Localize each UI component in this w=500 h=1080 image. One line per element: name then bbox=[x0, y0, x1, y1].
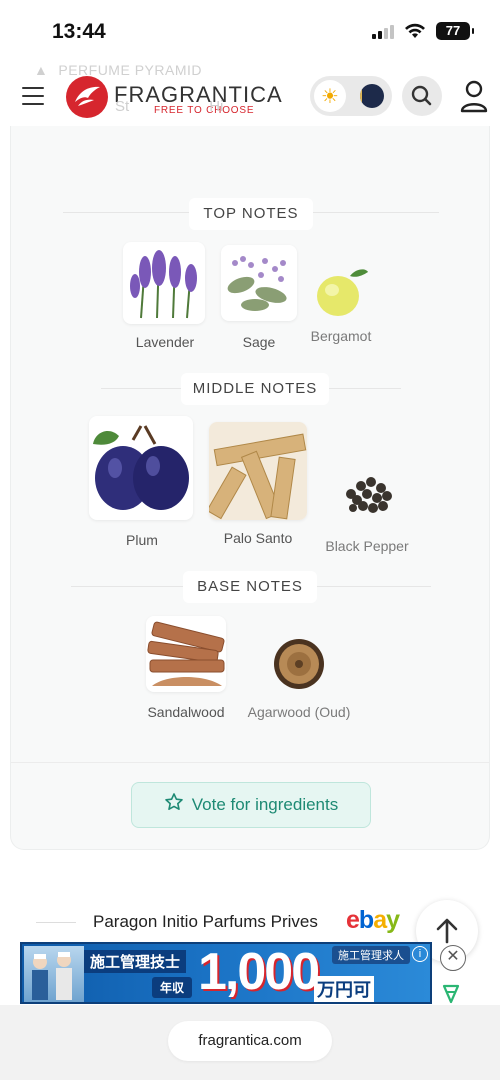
perfume-pyramid-card: TOP NOTES Lavender Sage Bergamot MIDDLE … bbox=[10, 126, 490, 850]
moon-icon[interactable] bbox=[360, 84, 384, 108]
fragrantica-logo-icon[interactable] bbox=[66, 76, 108, 118]
theme-toggle[interactable]: ☀ bbox=[310, 76, 392, 116]
user-icon bbox=[460, 80, 488, 113]
adchoices-icon[interactable] bbox=[440, 982, 462, 1004]
account-button[interactable] bbox=[458, 78, 490, 114]
plum-image bbox=[89, 416, 193, 520]
status-bar: 13:44 77 bbox=[0, 0, 500, 62]
bergamot-image bbox=[312, 262, 370, 320]
ad-people-image bbox=[24, 946, 84, 1002]
agarwood-image bbox=[271, 636, 327, 692]
ebay-logo[interactable]: ebay bbox=[346, 906, 400, 935]
menu-icon[interactable] bbox=[22, 87, 44, 105]
note-sage[interactable]: Sage bbox=[217, 242, 301, 350]
sun-icon[interactable]: ☀ bbox=[314, 80, 346, 112]
cellular-signal-icon bbox=[372, 23, 394, 39]
url-bar[interactable]: fragrantica.com bbox=[168, 1021, 332, 1061]
star-icon bbox=[164, 793, 183, 810]
middle-notes-heading: MIDDLE NOTES bbox=[181, 373, 329, 405]
sage-image bbox=[221, 245, 297, 321]
lavender-image bbox=[123, 242, 205, 324]
search-icon bbox=[411, 85, 432, 106]
note-palo-santo[interactable]: Palo Santo bbox=[205, 416, 311, 546]
status-icons: 77 bbox=[372, 22, 474, 40]
battery-icon: 77 bbox=[436, 22, 474, 40]
note-bergamot[interactable]: Bergamot bbox=[301, 242, 381, 344]
search-button[interactable] bbox=[402, 76, 442, 116]
browser-bottom-bar: fragrantica.com bbox=[0, 1005, 500, 1080]
palo-santo-image bbox=[209, 422, 307, 520]
base-notes-heading: BASE NOTES bbox=[183, 571, 317, 603]
note-sandalwood[interactable]: Sandalwood bbox=[141, 616, 231, 720]
ghost-tabs: St Hi bbox=[115, 98, 224, 115]
related-product-title[interactable]: Paragon Initio Parfums Prives bbox=[93, 912, 318, 932]
status-time: 13:44 bbox=[52, 20, 106, 43]
vote-for-ingredients-button[interactable]: Vote for ingredients bbox=[131, 782, 371, 828]
ad-close-icon[interactable]: ✕ bbox=[440, 945, 466, 971]
note-plum[interactable]: Plum bbox=[89, 416, 195, 548]
note-agarwood[interactable]: Agarwood (Oud) bbox=[239, 616, 359, 720]
black-pepper-image bbox=[337, 464, 397, 524]
ad-info-icon[interactable]: i bbox=[412, 946, 428, 962]
wifi-icon bbox=[405, 23, 425, 38]
sandalwood-image bbox=[146, 616, 226, 692]
note-lavender[interactable]: Lavender bbox=[123, 242, 207, 350]
note-black-pepper[interactable]: Black Pepper bbox=[315, 416, 419, 554]
top-notes-heading: TOP NOTES bbox=[189, 198, 313, 230]
ad-banner[interactable]: 施工管理技士 年収 1,000 万円可 施工管理求人 i bbox=[20, 942, 432, 1004]
